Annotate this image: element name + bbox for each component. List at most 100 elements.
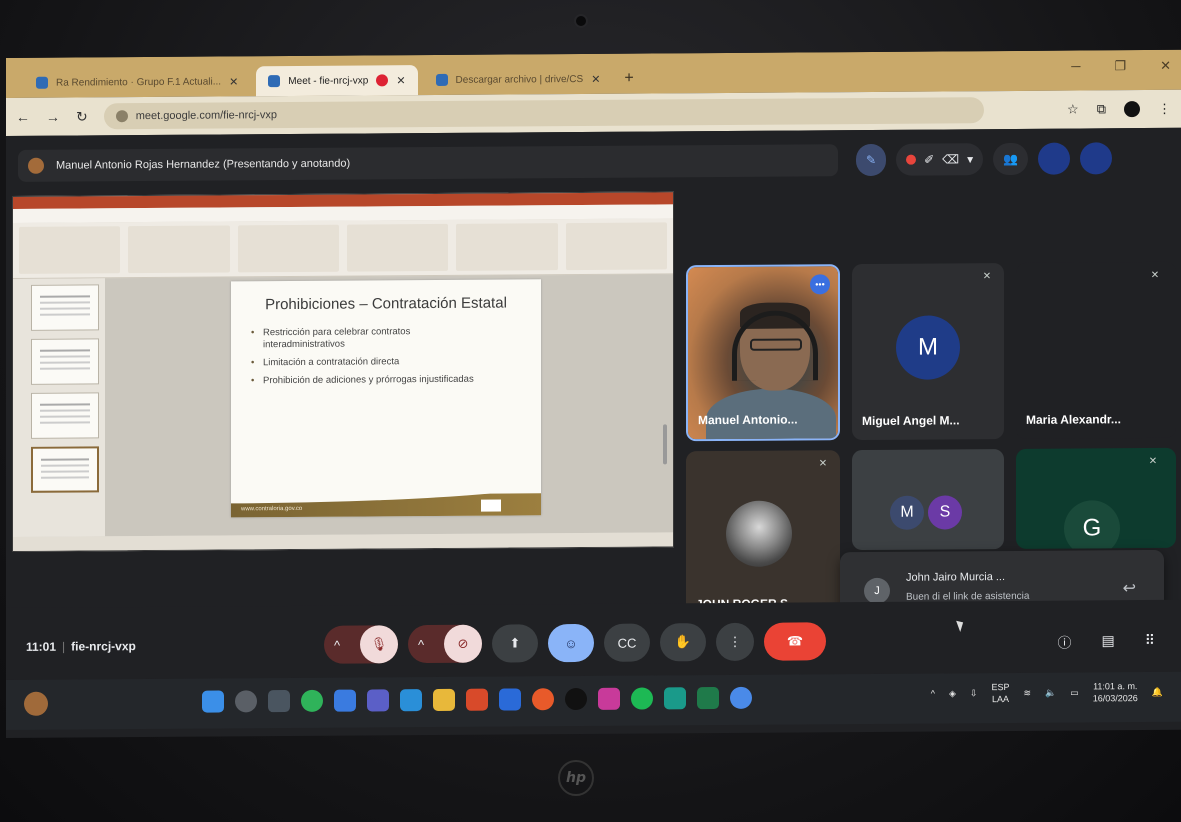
reactions-button[interactable]: ☺ bbox=[548, 623, 594, 663]
chat-icon[interactable]: ▤ bbox=[1102, 632, 1115, 652]
copilot-icon[interactable] bbox=[334, 689, 356, 712]
tab-favicon-icon bbox=[36, 76, 48, 89]
tiktok-icon[interactable] bbox=[565, 687, 587, 711]
self-view-button[interactable] bbox=[1038, 142, 1071, 175]
tray-app-icon[interactable]: ◈ bbox=[949, 688, 956, 699]
chevron-up-icon[interactable]: ^ bbox=[418, 637, 424, 652]
tab-label: Ra Rendimiento · Grupo F.1 Actuali... bbox=[56, 75, 222, 89]
annotation-tools[interactable]: ✐ ⌫ ▾ bbox=[896, 143, 984, 176]
volume-icon[interactable]: 🔈 bbox=[1045, 687, 1056, 698]
participant-tile-john-roger[interactable]: ✕ JOHN ROGER S... bbox=[686, 450, 840, 624]
record-icon bbox=[906, 154, 917, 165]
new-tab-button[interactable]: + bbox=[624, 64, 633, 94]
ribbon-group bbox=[128, 225, 230, 274]
chevron-down-icon: ▾ bbox=[967, 152, 974, 167]
info-icon[interactable]: ⓘ bbox=[1058, 633, 1072, 653]
spotify-icon[interactable] bbox=[631, 687, 653, 710]
reload-icon[interactable]: ↻ bbox=[76, 108, 88, 125]
teams-icon[interactable] bbox=[367, 689, 389, 712]
close-icon[interactable]: ✕ bbox=[396, 74, 405, 87]
slide-bullets: Restricción para celebrar contratos inte… bbox=[251, 325, 541, 387]
file-explorer-icon[interactable] bbox=[433, 688, 455, 712]
slide-title: Prohibiciones – Contratación Estatal bbox=[265, 294, 507, 314]
recording-icon bbox=[376, 74, 389, 87]
photo-frame: Ra Rendimiento · Grupo F.1 Actuali... ✕ … bbox=[0, 0, 1181, 822]
participant-tile-maria[interactable]: ✕ Maria Alexandr... bbox=[1016, 261, 1176, 439]
widgets-icon[interactable] bbox=[24, 691, 48, 716]
chevron-up-icon[interactable]: ^ bbox=[334, 637, 340, 652]
participant-tile-manuel[interactable]: ••• Manuel Antonio... bbox=[686, 264, 840, 442]
tab-meet[interactable]: Meet - fie-nrcj-vxp ✕ bbox=[256, 65, 418, 97]
tab-grupo[interactable]: Ra Rendimiento · Grupo F.1 Actuali... ✕ bbox=[24, 66, 250, 98]
slide-thumbnail bbox=[31, 338, 99, 385]
slide-thumbnail-selected bbox=[31, 446, 99, 493]
camera-control[interactable]: ^ ⊘ bbox=[408, 624, 482, 664]
minimize-icon[interactable]: ─ bbox=[1071, 58, 1080, 74]
account-button[interactable] bbox=[1080, 142, 1113, 175]
slide-thumbnail bbox=[31, 284, 99, 331]
speaking-indicator-icon: ••• bbox=[810, 274, 830, 295]
forward-icon[interactable]: → bbox=[46, 109, 60, 125]
activities-icon[interactable]: ⠿ bbox=[1145, 632, 1155, 652]
edge-icon[interactable] bbox=[400, 689, 422, 712]
participant-tile-group[interactable]: M S bbox=[852, 449, 1004, 551]
language-top: ESP bbox=[991, 681, 1010, 693]
leave-call-button[interactable]: ☎ bbox=[764, 622, 826, 661]
store-icon[interactable] bbox=[466, 688, 488, 711]
tab-favicon-icon bbox=[435, 73, 448, 87]
word-icon[interactable] bbox=[499, 688, 521, 711]
task-view-icon[interactable] bbox=[268, 690, 290, 713]
raise-hand-button[interactable]: ✋ bbox=[660, 623, 706, 662]
edge-app-icon[interactable] bbox=[664, 687, 686, 710]
slide-thumbnails bbox=[13, 278, 105, 537]
battery-icon[interactable]: ▭ bbox=[1070, 687, 1079, 698]
notifications-icon[interactable]: 🔔 bbox=[1152, 686, 1163, 697]
firefox-icon[interactable] bbox=[532, 688, 554, 711]
microphone-control[interactable]: ^ 🎙 bbox=[324, 625, 398, 664]
usb-icon[interactable]: ⇩ bbox=[970, 688, 978, 699]
participant-tile-g[interactable]: ✕ G bbox=[1016, 447, 1176, 549]
site-info-icon[interactable] bbox=[115, 110, 128, 123]
slide-bullet: Restricción para celebrar contratos inte… bbox=[251, 326, 481, 352]
hp-logo: hp bbox=[558, 760, 594, 796]
chrome-icon[interactable] bbox=[730, 686, 752, 709]
system-tray: ^ ◈ ⇩ ESP LAA ≋ 🔈 ▭ 11:01 a. m. 16/03/20… bbox=[931, 680, 1163, 706]
language-indicator[interactable]: ESP LAA bbox=[991, 681, 1009, 705]
extensions-icon[interactable]: ⧉ bbox=[1097, 101, 1106, 117]
muted-mic-icon: ✕ bbox=[1150, 269, 1160, 282]
windows-start-icon[interactable] bbox=[202, 690, 224, 713]
url-field[interactable]: meet.google.com/fie-nrcj-vxp bbox=[103, 97, 984, 130]
clock[interactable]: 11:01 a. m. 16/03/2026 bbox=[1093, 680, 1138, 704]
ribbon-group bbox=[346, 223, 449, 272]
more-options-button[interactable]: ⋮ bbox=[716, 622, 754, 662]
avatar bbox=[726, 500, 792, 567]
profile-avatar[interactable] bbox=[1124, 101, 1140, 118]
close-window-icon[interactable]: ✕ bbox=[1160, 58, 1171, 74]
muted-mic-icon: ✕ bbox=[982, 271, 992, 283]
back-icon[interactable]: ← bbox=[16, 109, 30, 125]
annotation-toggle-button[interactable]: ✎ bbox=[856, 143, 887, 177]
whatsapp-icon[interactable] bbox=[301, 689, 323, 712]
meeting-code: fie-nrcj-vxp bbox=[71, 639, 136, 654]
mic-off-icon[interactable]: 🎙 bbox=[360, 625, 398, 664]
excel-icon[interactable] bbox=[697, 687, 719, 710]
close-icon[interactable]: ✕ bbox=[591, 72, 600, 85]
camera-off-icon[interactable]: ⊘ bbox=[444, 624, 482, 663]
wifi-icon[interactable]: ≋ bbox=[1023, 687, 1031, 698]
tab-descargar[interactable]: Descargar archivo | drive/CS ✕ bbox=[424, 64, 613, 95]
participants-indicator[interactable]: 👥 bbox=[993, 142, 1029, 176]
laptop-screen: Ra Rendimiento · Grupo F.1 Actuali... ✕ … bbox=[6, 49, 1181, 739]
menu-kebab-icon[interactable]: ⋮ bbox=[1158, 101, 1171, 117]
muted-mic-icon: ✕ bbox=[818, 458, 828, 470]
scrollbar bbox=[663, 424, 667, 465]
captions-button[interactable]: CC bbox=[604, 623, 650, 662]
chevron-up-icon[interactable]: ^ bbox=[931, 689, 935, 699]
search-icon[interactable] bbox=[235, 690, 257, 713]
instagram-icon[interactable] bbox=[598, 687, 620, 710]
reply-icon[interactable]: ↩ bbox=[1123, 578, 1136, 598]
bookmark-star-icon[interactable]: ☆ bbox=[1067, 102, 1079, 118]
participant-tile-miguel[interactable]: ✕ M Miguel Angel M... bbox=[852, 263, 1004, 441]
close-icon[interactable]: ✕ bbox=[229, 75, 238, 88]
present-screen-button[interactable]: ⬆ bbox=[492, 624, 538, 663]
restore-icon[interactable]: ❐ bbox=[1114, 58, 1126, 74]
